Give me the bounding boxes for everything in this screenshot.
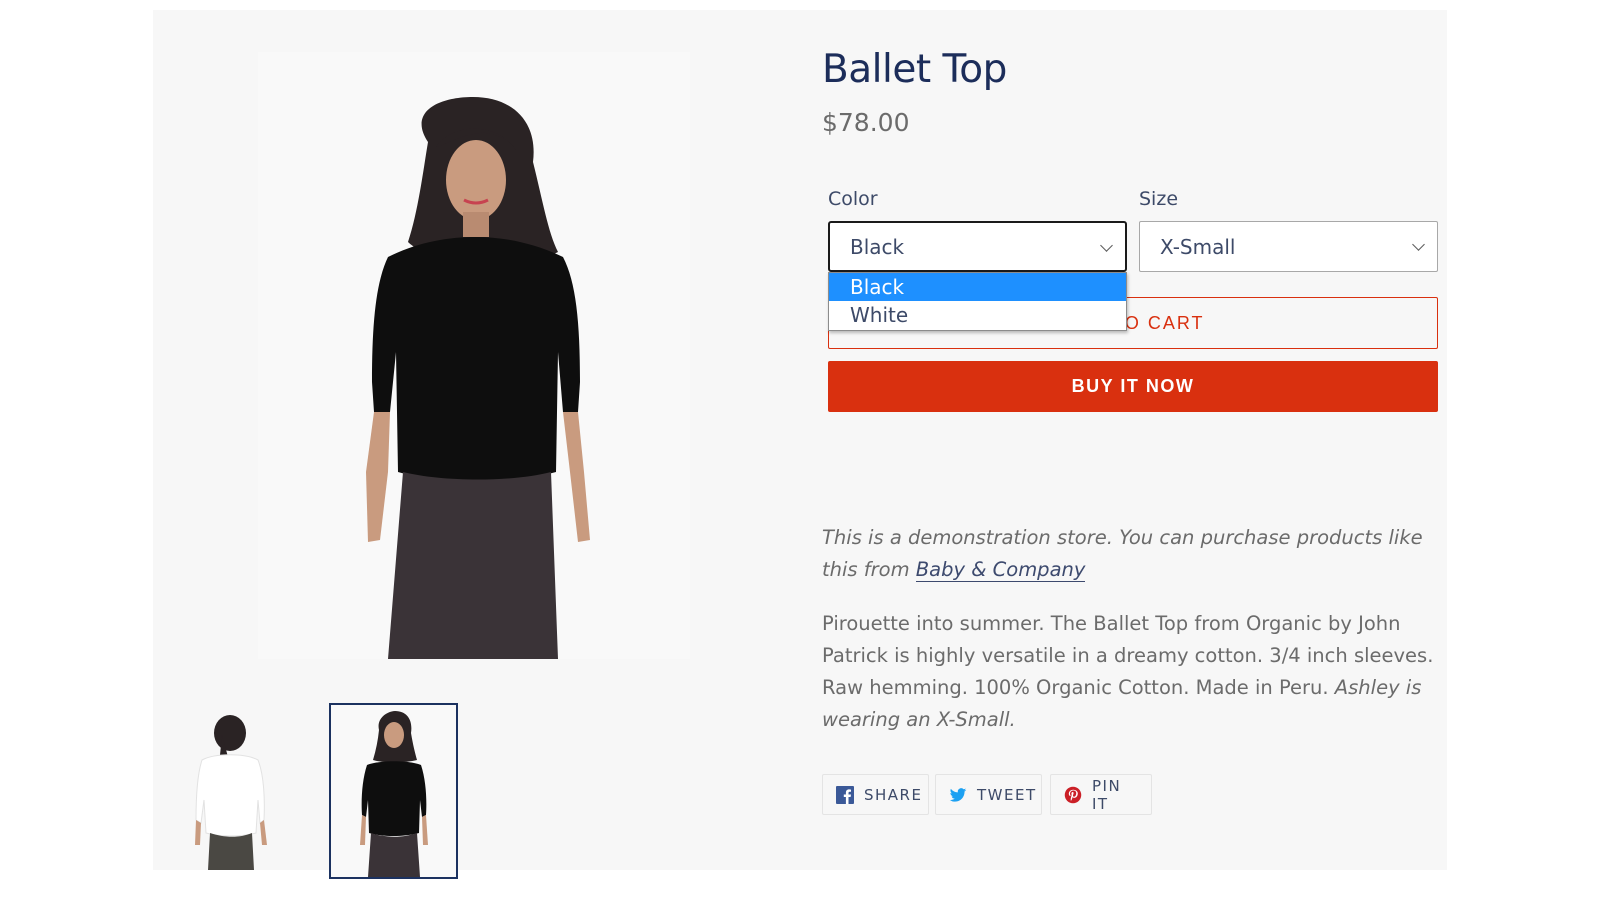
product-price: $78.00 xyxy=(822,108,910,137)
share-pinterest-label: PIN IT xyxy=(1092,776,1122,813)
thumbnail-black-front[interactable] xyxy=(329,703,458,879)
size-select[interactable]: X-Small xyxy=(1139,221,1438,272)
share-twitter-label: TWEET xyxy=(977,785,1037,804)
color-option-white[interactable]: White xyxy=(829,301,1126,329)
facebook-icon xyxy=(836,785,854,804)
demo-store-note: This is a demonstration store. You can p… xyxy=(822,522,1442,586)
model-white-top-illustration xyxy=(170,705,290,870)
main-product-image[interactable] xyxy=(258,52,690,659)
model-black-top-illustration xyxy=(258,52,690,659)
color-select-value: Black xyxy=(850,234,905,259)
color-option-black[interactable]: Black xyxy=(829,273,1126,301)
color-dropdown-list: Black White xyxy=(828,272,1127,331)
share-pinterest-button[interactable]: PIN IT xyxy=(1050,774,1152,815)
color-select[interactable]: Black xyxy=(828,221,1127,272)
model-black-top-thumb-illustration xyxy=(331,705,456,877)
buy-it-now-button[interactable]: BUY IT NOW xyxy=(828,361,1438,412)
thumbnail-white-back[interactable] xyxy=(170,705,290,870)
size-label: Size xyxy=(1139,188,1179,210)
demo-store-note-text: This is a demonstration store. You can p… xyxy=(822,526,1423,581)
product-title: Ballet Top xyxy=(822,47,1007,92)
twitter-icon xyxy=(949,787,967,802)
share-facebook-button[interactable]: SHARE xyxy=(822,774,929,815)
share-facebook-label: SHARE xyxy=(864,785,923,804)
product-description: Pirouette into summer. The Ballet Top fr… xyxy=(822,608,1442,736)
share-twitter-button[interactable]: TWEET xyxy=(935,774,1042,815)
size-select-value: X-Small xyxy=(1160,234,1236,259)
chevron-down-icon xyxy=(1100,239,1113,252)
color-label: Color xyxy=(828,188,878,210)
chevron-down-icon xyxy=(1412,238,1425,251)
pinterest-icon xyxy=(1064,786,1082,803)
baby-and-company-link[interactable]: Baby & Company xyxy=(915,558,1086,582)
